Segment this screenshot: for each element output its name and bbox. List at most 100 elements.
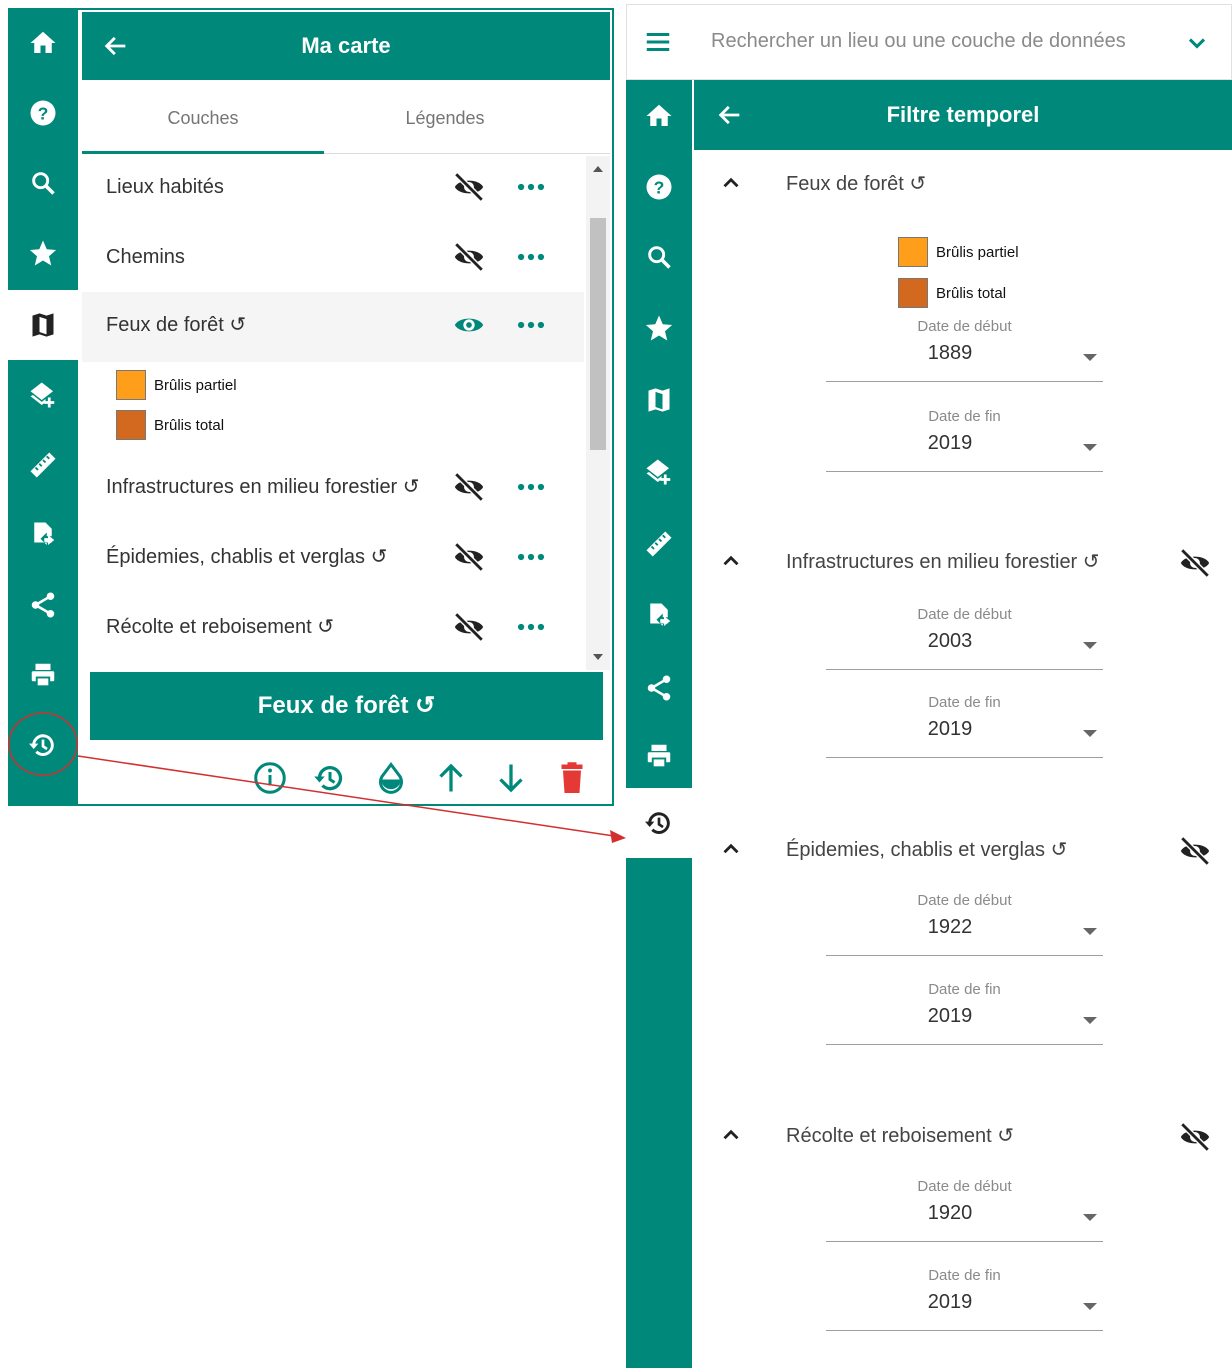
history-icon[interactable] <box>626 788 692 858</box>
import-icon[interactable] <box>626 580 692 652</box>
trash-icon[interactable] <box>554 760 590 796</box>
star-icon[interactable] <box>8 218 78 288</box>
section-label: Feux de forêt ↺ <box>786 173 927 195</box>
end-date-select[interactable]: Date de fin 2019 <box>826 408 1103 472</box>
eye-off-icon[interactable] <box>452 540 486 574</box>
chevron-up-icon[interactable] <box>718 548 744 574</box>
dropdown-arrow-icon[interactable] <box>1083 642 1097 649</box>
chevron-down-icon[interactable] <box>1183 29 1211 57</box>
dropdown-arrow-icon[interactable] <box>1083 1303 1097 1310</box>
add-layer-icon[interactable] <box>8 360 78 430</box>
opacity-icon[interactable] <box>373 760 409 796</box>
layer-row-selected[interactable]: Feux de forêt ↺ <box>82 292 584 362</box>
home-icon[interactable] <box>626 80 692 152</box>
eye-off-icon[interactable] <box>452 240 486 274</box>
svg-text:?: ? <box>38 103 49 123</box>
dropdown-arrow-icon[interactable] <box>1083 354 1097 361</box>
filter-section-header[interactable]: Épidemies, chablis et verglas ↺ <box>694 830 1232 870</box>
map-icon[interactable] <box>8 290 78 360</box>
layer-row[interactable]: Infrastructures en milieu forestier ↺ <box>82 454 584 524</box>
import-icon[interactable] <box>8 500 78 570</box>
search-input[interactable]: Rechercher un lieu ou une couche de donn… <box>711 5 1126 77</box>
share-icon[interactable] <box>8 570 78 640</box>
layer-row[interactable]: Chemins <box>82 224 584 294</box>
star-icon[interactable] <box>626 292 692 364</box>
start-date-select[interactable]: Date de début 2003 <box>826 606 1103 670</box>
scroll-down-icon[interactable] <box>593 654 603 660</box>
start-date-select[interactable]: Date de début 1920 <box>826 1178 1103 1242</box>
dropdown-arrow-icon[interactable] <box>1083 928 1097 935</box>
arrow-up-icon[interactable] <box>433 760 469 796</box>
more-icon[interactable] <box>514 470 548 504</box>
print-icon[interactable] <box>8 640 78 710</box>
more-icon[interactable] <box>514 240 548 274</box>
filter-section-header[interactable]: Infrastructures en milieu forestier ↺ <box>694 542 1232 582</box>
map-icon[interactable] <box>626 364 692 436</box>
filter-section-header[interactable]: Feux de forêt ↺ <box>694 164 1232 204</box>
dropdown-arrow-icon[interactable] <box>1083 1017 1097 1024</box>
dropdown-arrow-icon[interactable] <box>1083 1214 1097 1221</box>
add-layer-icon[interactable] <box>626 436 692 508</box>
scrollbar-thumb[interactable] <box>590 218 606 450</box>
share-icon[interactable] <box>626 652 692 724</box>
panel-title: Filtre temporel <box>886 102 1040 127</box>
tab-layers[interactable]: Couches <box>82 82 324 154</box>
end-date-select[interactable]: Date de fin 2019 <box>826 981 1103 1045</box>
field-value: 2019 <box>927 1291 973 1313</box>
dropdown-arrow-icon[interactable] <box>1083 444 1097 451</box>
eye-off-icon[interactable] <box>452 470 486 504</box>
chevron-up-icon[interactable] <box>718 836 744 862</box>
filter-section-header[interactable]: Récolte et reboisement ↺ <box>694 1116 1232 1156</box>
tab-legends[interactable]: Légendes <box>324 82 566 154</box>
eye-icon[interactable] <box>452 308 486 342</box>
layer-row[interactable]: Récolte et reboisement ↺ <box>82 594 584 664</box>
more-icon[interactable] <box>514 308 548 342</box>
field-label: Date de début <box>917 892 1012 909</box>
svg-text:?: ? <box>654 177 665 197</box>
info-icon[interactable] <box>252 760 288 796</box>
field-value: 2019 <box>927 718 973 740</box>
print-icon[interactable] <box>626 724 692 788</box>
layer-row[interactable]: Épidemies, chablis et verglas ↺ <box>82 524 584 594</box>
more-icon[interactable] <box>514 610 548 644</box>
help-icon[interactable]: ? <box>626 152 692 222</box>
legend-swatch <box>116 410 146 440</box>
ruler-icon[interactable] <box>8 430 78 500</box>
end-date-select[interactable]: Date de fin 2019 <box>826 694 1103 758</box>
legend-swatch <box>116 370 146 400</box>
eye-off-icon[interactable] <box>1178 1120 1212 1154</box>
end-date-select[interactable]: Date de fin 2019 <box>826 1267 1103 1331</box>
start-date-select[interactable]: Date de début 1922 <box>826 892 1103 956</box>
dropdown-arrow-icon[interactable] <box>1083 730 1097 737</box>
chevron-up-icon[interactable] <box>718 170 744 196</box>
eye-off-icon[interactable] <box>452 610 486 644</box>
layer-list-scrollbar[interactable] <box>586 156 610 670</box>
search-icon[interactable] <box>8 148 78 218</box>
eye-off-icon[interactable] <box>1178 834 1212 868</box>
more-icon[interactable] <box>514 540 548 574</box>
arrow-down-icon[interactable] <box>493 760 529 796</box>
field-value: 2019 <box>927 432 973 454</box>
ruler-icon[interactable] <box>626 508 692 580</box>
more-icon[interactable] <box>514 170 548 204</box>
field-label: Date de fin <box>928 408 1001 425</box>
eye-off-icon[interactable] <box>452 170 486 204</box>
help-icon[interactable]: ? <box>8 78 78 148</box>
section-label: Récolte et reboisement ↺ <box>786 1125 1014 1147</box>
search-icon[interactable] <box>626 222 692 292</box>
history-icon[interactable] <box>8 710 78 780</box>
field-label: Date de fin <box>928 1267 1001 1284</box>
left-panel-header: Ma carte <box>82 12 610 80</box>
menu-icon[interactable] <box>643 27 673 57</box>
start-date-select[interactable]: Date de début 1889 <box>826 318 1103 382</box>
field-label: Date de début <box>917 606 1012 623</box>
layer-row[interactable]: Lieux habités <box>82 154 584 224</box>
field-value: 2019 <box>927 1005 973 1027</box>
layer-label: Récolte et reboisement ↺ <box>106 616 334 638</box>
history-icon[interactable] <box>312 760 348 796</box>
chevron-up-icon[interactable] <box>718 1122 744 1148</box>
eye-off-icon[interactable] <box>1178 546 1212 580</box>
section-label: Épidemies, chablis et verglas ↺ <box>786 839 1068 861</box>
home-icon[interactable] <box>8 8 78 78</box>
scroll-up-icon[interactable] <box>593 166 603 172</box>
